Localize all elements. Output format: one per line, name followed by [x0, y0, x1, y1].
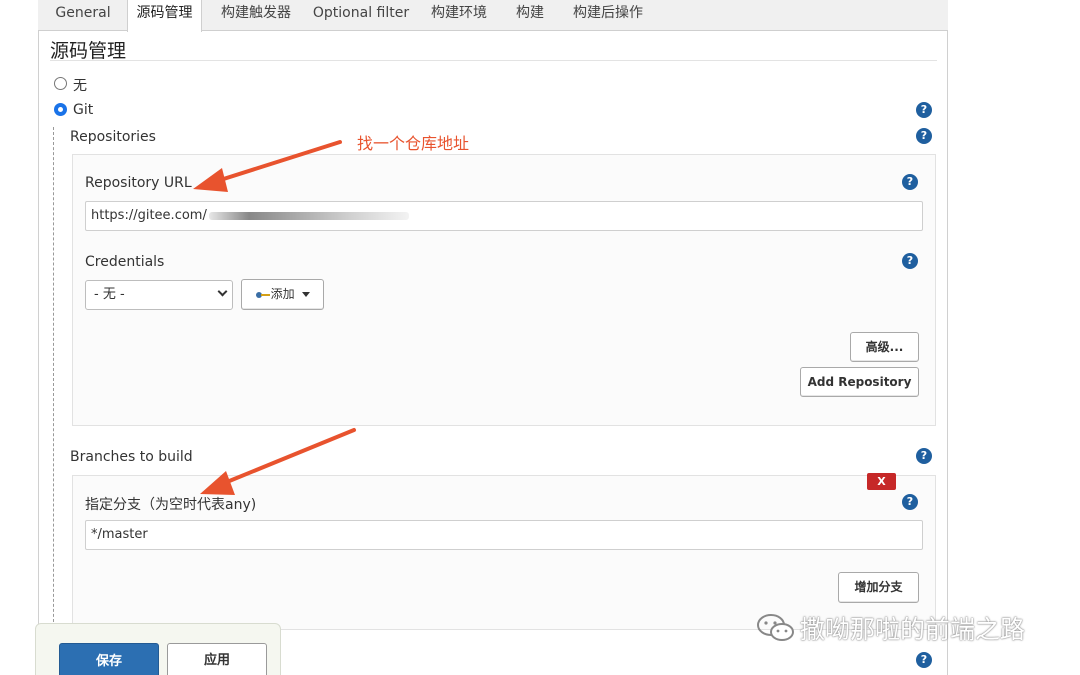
- annotation-arrows: [193, 140, 356, 495]
- annotation-repo-note: 找一个仓库地址: [357, 134, 470, 153]
- wechat-icon: [757, 614, 794, 641]
- arrow-to-branch-specifier: [200, 428, 356, 495]
- watermark-text: 撒呦那啦的前端之路: [800, 615, 1026, 644]
- arrow-to-repository-url: [193, 140, 342, 192]
